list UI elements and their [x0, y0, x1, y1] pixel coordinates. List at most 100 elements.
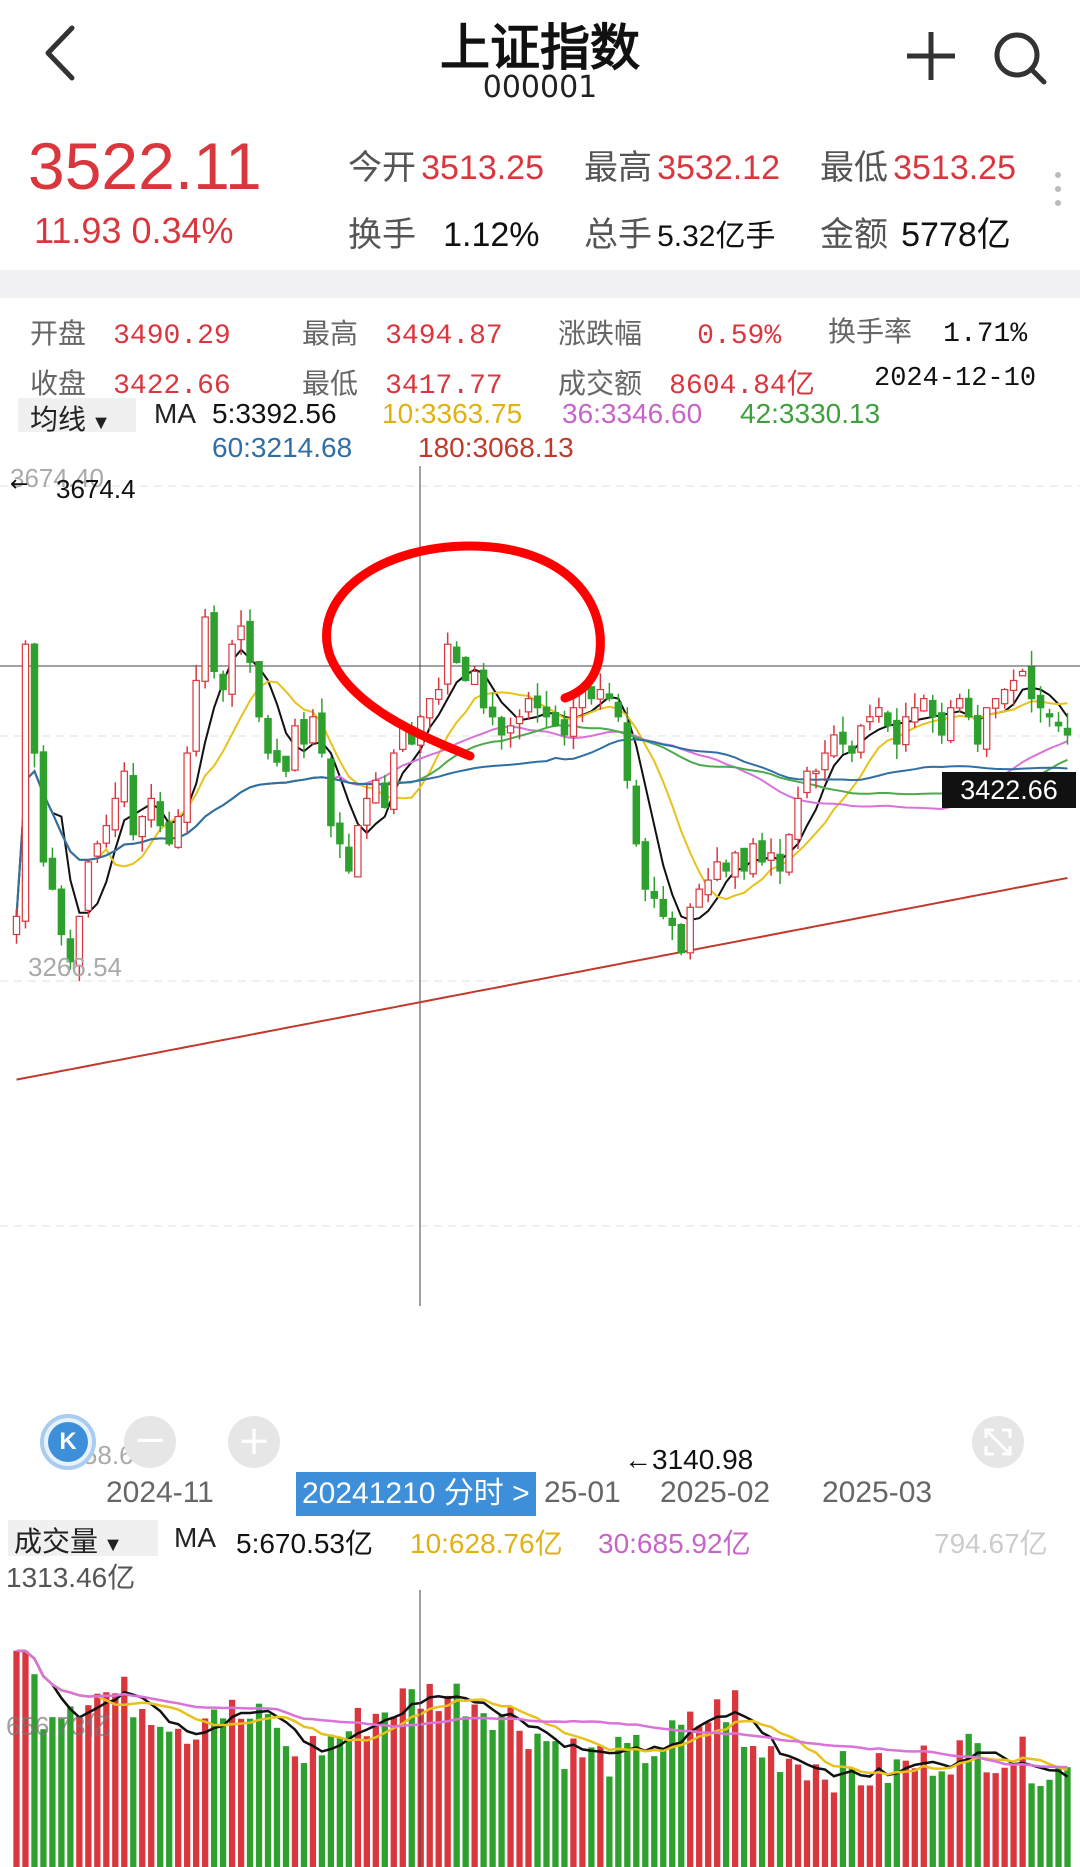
fullscreen-button[interactable]: [972, 1416, 1024, 1468]
volume-bar-up: [193, 1739, 200, 1867]
candle-up: [704, 879, 712, 896]
turnover-value: 1.12%: [443, 216, 540, 254]
volume-bar-up: [1001, 1767, 1008, 1867]
candle-up: [920, 698, 928, 712]
volume-bar-down: [1037, 1785, 1044, 1867]
vol-ma10-line: [16, 1649, 1068, 1776]
candle-up: [1000, 688, 1009, 705]
volume-bar-up: [857, 1785, 865, 1867]
add-watchlist-icon[interactable]: [903, 28, 959, 84]
candle-down: [327, 758, 335, 827]
volume-bar-down: [669, 1720, 676, 1867]
volume-bar-down: [660, 1748, 667, 1867]
candle-up: [749, 843, 757, 875]
volume-bar-down: [219, 1718, 227, 1867]
volume-selector[interactable]: 成交量 ▼: [8, 1520, 158, 1557]
arrow-left-icon: ←: [10, 472, 29, 497]
vol-ma-label: MA: [174, 1522, 216, 1553]
volume-bar-up: [992, 1773, 999, 1867]
candle-up: [767, 852, 775, 861]
candle-down: [964, 697, 973, 718]
high-value: 3532.12: [657, 149, 780, 187]
amount-label: 金额: [820, 215, 888, 255]
candle-down: [381, 782, 389, 809]
volume-bar-up: [363, 1736, 370, 1867]
candle-up: [731, 852, 739, 878]
cursor-date-tag[interactable]: 20241210 分时 >: [296, 1472, 536, 1516]
volume-bar-down: [157, 1726, 164, 1867]
ma-selector[interactable]: 均线 ▼: [18, 398, 136, 435]
candle-down: [48, 857, 57, 890]
volume-bar-down: [740, 1746, 748, 1867]
day-pct-label: 涨跌幅: [558, 317, 643, 350]
candle-down: [1054, 721, 1063, 727]
volume-bar-up: [112, 1693, 119, 1867]
volume-bar-down: [327, 1734, 335, 1867]
day-turnover: 换手率 1.71%: [828, 310, 1027, 350]
candle-down: [560, 719, 569, 736]
volume-bar-down: [31, 1674, 38, 1867]
day-pct: 涨跌幅 0.59%: [558, 312, 781, 352]
volume-bar-down: [498, 1714, 505, 1867]
volume-axis-mid: 656.73亿: [6, 1711, 112, 1741]
k-line-badge[interactable]: K: [40, 1414, 96, 1470]
volume-bar-up: [597, 1745, 604, 1867]
plus-icon: +: [237, 1418, 271, 1464]
volume-bar-down: [480, 1713, 487, 1867]
volume-bar-up: [175, 1728, 182, 1867]
change-value: 11.93: [34, 210, 122, 251]
candle-down: [722, 862, 730, 872]
candle-down: [758, 840, 766, 863]
date-tick-2: 2025-02: [660, 1476, 771, 1509]
volume-bar-down: [246, 1718, 254, 1867]
volume-bar-down: [839, 1751, 847, 1867]
day-high-value: 3494.87: [385, 321, 503, 352]
candle-down: [659, 898, 668, 917]
candle-down: [848, 745, 856, 754]
volume-bar-down: [588, 1747, 595, 1867]
volume-bar-down: [1064, 1767, 1071, 1867]
candle-up: [812, 770, 820, 775]
candle-down: [973, 715, 982, 745]
candle-up: [12, 915, 21, 936]
volume-bar-up: [13, 1650, 20, 1867]
day-close: 收盘 3422.66: [30, 362, 231, 402]
volume-bar-up: [785, 1758, 793, 1867]
candle-up: [201, 616, 209, 682]
ma42-value: 42:3330.13: [740, 398, 881, 429]
volume-bar-down: [166, 1731, 173, 1867]
candle-down: [650, 891, 659, 899]
volume-bar-up: [148, 1725, 155, 1867]
volume-bar-down: [893, 1759, 900, 1867]
more-icon[interactable]: [1055, 172, 1061, 214]
ma5-value: 5:3392.56: [212, 398, 337, 429]
zoom-in-button[interactable]: +: [228, 1416, 280, 1468]
volume-bar-up: [830, 1792, 838, 1867]
candle-up: [425, 698, 434, 719]
zoom-out-button[interactable]: −: [124, 1416, 176, 1468]
candle-up: [515, 716, 524, 725]
volume-bar-up: [821, 1779, 829, 1867]
candle-down: [641, 841, 650, 890]
volume-bar-up: [731, 1690, 739, 1867]
price-axis-top: 3674.4: [56, 474, 136, 504]
amount-value: 5778亿: [901, 216, 1011, 254]
top-bar: 上证指数 000001: [0, 0, 1080, 110]
candle-down: [452, 646, 461, 663]
search-icon[interactable]: [990, 28, 1050, 88]
candle-up: [946, 707, 955, 742]
vol-right-value: 794.67亿: [934, 1528, 1048, 1559]
volume-bar-up: [866, 1785, 874, 1867]
candle-up: [372, 779, 380, 804]
current-price: 3522.11: [28, 129, 262, 203]
candle-down: [884, 712, 892, 727]
low-marker-value: 3140.98: [652, 1444, 754, 1475]
candlestick-chart[interactable]: [0, 466, 1080, 1306]
day-date: 2024-12-10: [874, 364, 1037, 394]
volume-chart[interactable]: [0, 1590, 1080, 1867]
candle-down: [1027, 666, 1036, 700]
ma180-value: 180:3068.13: [418, 432, 574, 463]
date-axis: 2024-11 20241210 分时 > 25-01 2025-02 2025…: [0, 1472, 1080, 1520]
volume-bar-up: [1019, 1736, 1026, 1867]
candle-down: [336, 822, 344, 845]
